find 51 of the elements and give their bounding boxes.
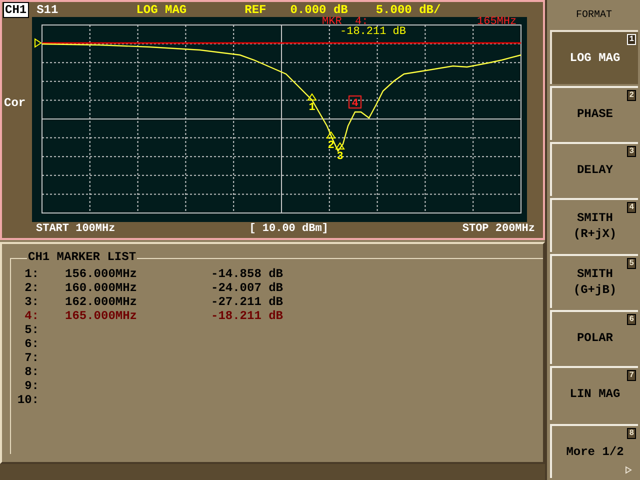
- marker-number: 3:: [24, 295, 39, 309]
- power-level: [ 10.00 dBm]: [249, 222, 328, 236]
- ref-value: 0.000 dB: [290, 2, 348, 16]
- marker-number: 8:: [24, 365, 39, 379]
- marker-number: 5:: [24, 323, 39, 337]
- format-menu-button[interactable]: SMITH (R+jX) 4: [550, 198, 638, 252]
- marker-value: -18.211 dB: [211, 309, 284, 323]
- stop-frequency: STOP 200MHz: [462, 222, 535, 236]
- format-menu-button[interactable]: POLAR 6: [550, 310, 638, 364]
- softkey-number: 1: [627, 34, 636, 45]
- marker-frequency: 162.000MHz: [65, 295, 138, 309]
- correction-label: Cor: [4, 95, 26, 112]
- ref-label: REF: [244, 2, 266, 16]
- format-menu-button[interactable]: SMITH (G+jB) 5: [550, 254, 638, 308]
- softkey-number: 3: [627, 146, 636, 157]
- marker-number: 7:: [24, 351, 39, 365]
- softkey-number: 2: [627, 90, 636, 101]
- marker-value: -24.007 dB: [211, 281, 284, 295]
- format-menu-button[interactable]: LOG MAG 1: [550, 30, 638, 84]
- marker-frequency: 156.000MHz: [65, 267, 138, 281]
- marker-number: 4:: [24, 309, 39, 323]
- arrow-icon: [625, 466, 632, 474]
- marker-readout-label: MKR 4:: [322, 17, 368, 28]
- format-menu-button[interactable]: More 1/2 8: [550, 424, 638, 478]
- marker-number: 2:: [24, 281, 39, 295]
- start-frequency: START 100MHz: [36, 222, 116, 236]
- marker-readout-value: -18.211 dB: [340, 27, 406, 38]
- softkey-number: 4: [627, 202, 636, 213]
- softkey-number: 5: [627, 258, 636, 269]
- format-menu-button[interactable]: LIN MAG 7: [550, 366, 638, 420]
- parameter-label: S11: [36, 2, 58, 16]
- marker-frequency: 160.000MHz: [65, 281, 138, 295]
- menu-title: FORMAT: [576, 8, 612, 22]
- marker-number: 9:: [24, 379, 39, 393]
- scale-value: 5.000 dB/: [376, 2, 441, 16]
- format-label: LOG MAG: [136, 2, 187, 16]
- format-menu-button[interactable]: PHASE 2: [550, 86, 638, 140]
- marker-number: 6:: [24, 337, 39, 351]
- marker-number: 1:: [24, 267, 39, 281]
- format-menu-button[interactable]: DELAY 3: [550, 142, 638, 196]
- active-marker: 4: [348, 96, 362, 110]
- marker-value: -27.211 dB: [211, 295, 284, 309]
- softkey-number: 7: [627, 370, 636, 381]
- marker-number: 10:: [16, 393, 39, 407]
- reference-pointer-icon: [34, 38, 42, 48]
- softkey-number: 8: [627, 428, 636, 439]
- marker-readout-frequency: 165MHz: [477, 17, 517, 28]
- marker-value: -14.858 dB: [211, 267, 284, 281]
- softkey-number: 6: [627, 314, 636, 325]
- channel-label: CH1: [3, 2, 29, 18]
- marker-frequency: 165.000MHz: [65, 309, 138, 323]
